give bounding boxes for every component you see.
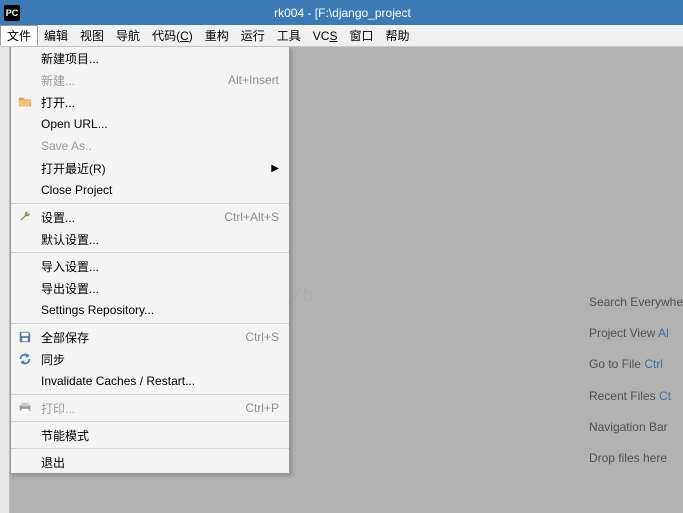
menu-help[interactable]: 帮助 [379,25,415,46]
menu-bar: 文件 编辑 视图 导航 代码(C) 重构 运行 工具 VCS 窗口 帮助 [0,25,683,47]
menu-separator [11,252,289,253]
hint-goto-file: Go to File Ctrl [589,349,683,380]
menu-open-recent[interactable]: 打开最近(R)▶ [11,157,289,179]
hint-drop-files: Drop files here [589,443,683,474]
workspace: http://b 新建项目... 新建...Alt+Insert 打开... O… [0,47,683,513]
window-title: rk004 - [F:\django_project [26,6,679,20]
welcome-hints: Search Everywhe Project View Al Go to Fi… [589,287,683,474]
menu-new[interactable]: 新建...Alt+Insert [11,69,289,91]
menu-navigate[interactable]: 导航 [110,25,146,46]
hint-project-view: Project View Al [589,318,683,349]
menu-sync[interactable]: 同步 [11,348,289,370]
menu-edit[interactable]: 编辑 [38,25,74,46]
menu-new-project[interactable]: 新建项目... [11,47,289,69]
menu-save-as[interactable]: Save As.. [11,135,289,157]
menu-open-url[interactable]: Open URL... [11,113,289,135]
menu-exit[interactable]: 退出 [11,451,289,473]
menu-import-settings[interactable]: 导入设置... [11,255,289,277]
menu-settings-repository[interactable]: Settings Repository... [11,299,289,321]
folder-open-icon [17,94,33,110]
menu-close-project[interactable]: Close Project [11,179,289,201]
menu-default-settings[interactable]: 默认设置... [11,228,289,250]
menu-print[interactable]: 打印...Ctrl+P [11,397,289,419]
menu-code[interactable]: 代码(C) [146,25,199,46]
wrench-icon [17,209,33,225]
title-bar: PC rk004 - [F:\django_project [0,0,683,25]
file-menu-dropdown: 新建项目... 新建...Alt+Insert 打开... Open URL..… [10,47,290,474]
menu-separator [11,203,289,204]
menu-separator [11,421,289,422]
menu-view[interactable]: 视图 [74,25,110,46]
menu-export-settings[interactable]: 导出设置... [11,277,289,299]
menu-separator [11,323,289,324]
menu-separator [11,394,289,395]
menu-power-save[interactable]: 节能模式 [11,424,289,446]
print-icon [17,400,33,416]
menu-invalidate-caches[interactable]: Invalidate Caches / Restart... [11,370,289,392]
save-icon [17,329,33,345]
sync-icon [17,351,33,367]
hint-search-everywhere: Search Everywhe [589,287,683,318]
menu-open[interactable]: 打开... [11,91,289,113]
app-logo: PC [4,5,20,21]
hint-navigation-bar: Navigation Bar [589,412,683,443]
menu-window[interactable]: 窗口 [343,25,379,46]
menu-tools[interactable]: 工具 [271,25,307,46]
menu-refactor[interactable]: 重构 [199,25,235,46]
left-gutter [0,47,10,513]
menu-run[interactable]: 运行 [235,25,271,46]
hint-recent-files: Recent Files Ct [589,381,683,412]
menu-separator [11,448,289,449]
menu-vcs[interactable]: VCS [307,25,344,46]
menu-save-all[interactable]: 全部保存Ctrl+S [11,326,289,348]
submenu-arrow-icon: ▶ [271,163,279,174]
menu-file[interactable]: 文件 [0,25,38,46]
menu-settings[interactable]: 设置...Ctrl+Alt+S [11,206,289,228]
